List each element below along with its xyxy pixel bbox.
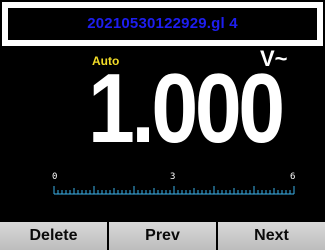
meter-display: 20210530122929.gl 4 Auto V~ 1.000 0 3 6 … bbox=[0, 0, 325, 250]
delete-button[interactable]: Delete bbox=[0, 222, 109, 250]
next-button[interactable]: Next bbox=[218, 222, 325, 250]
title-bar: 20210530122929.gl 4 bbox=[2, 2, 323, 46]
file-name: 20210530122929.gl 4 bbox=[87, 15, 238, 32]
analog-bar-graph bbox=[53, 186, 295, 195]
bar-graph-ticks bbox=[53, 186, 295, 195]
title-panel: 20210530122929.gl 4 bbox=[8, 8, 317, 40]
main-reading: 1.000 bbox=[88, 53, 285, 163]
softkey-bar: Delete Prev Next bbox=[0, 222, 325, 250]
prev-button[interactable]: Prev bbox=[109, 222, 218, 250]
